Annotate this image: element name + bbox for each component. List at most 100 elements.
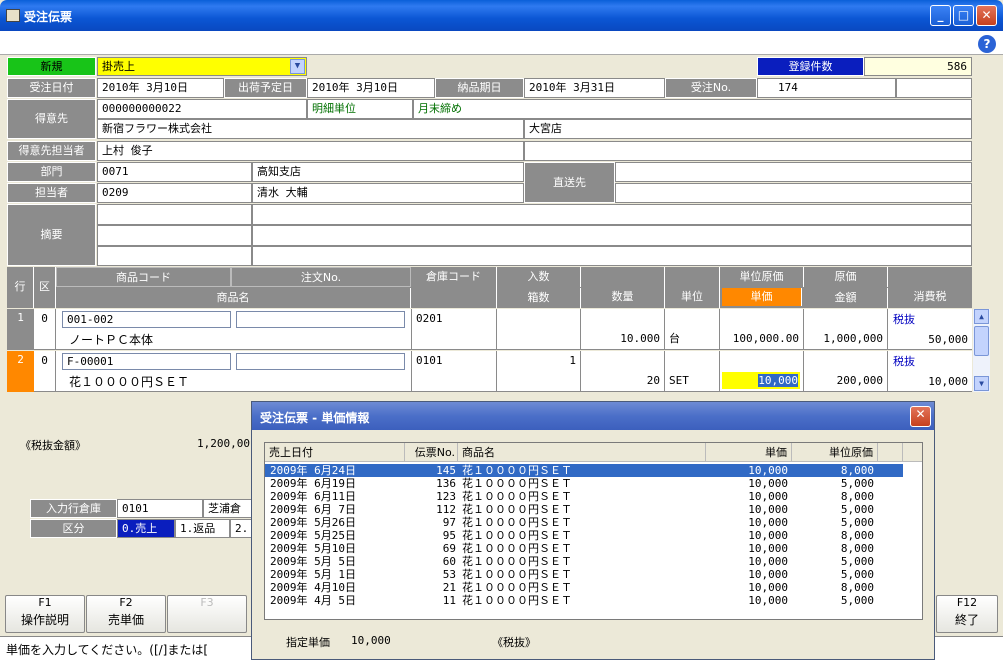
direct-delivery-field-2[interactable] — [615, 183, 972, 203]
sale-date: 2009年 6月11日 — [270, 490, 356, 503]
col-product-name[interactable]: 商品名 — [458, 443, 706, 462]
f3-button[interactable]: F3 — [167, 595, 247, 633]
contact-label: 得意先担当者 — [7, 141, 96, 161]
price-info-dialog: 受注伝票 - 単価情報 ✕ 売上日付 伝票No. 商品名 単価 単位原価 200… — [251, 401, 935, 660]
dialog-close-button[interactable]: ✕ — [910, 406, 931, 427]
list-item[interactable]: 2009年 5月25日 95 花１００００円ＳＥＴ 10,000 8,000 — [265, 529, 922, 542]
memo-text-3[interactable] — [252, 246, 972, 266]
price: 10,000 — [748, 464, 788, 477]
row-code[interactable]: 001-002 — [62, 311, 231, 328]
f1-button[interactable]: F1 操作説明 — [5, 595, 85, 633]
unit-cost: 8,000 — [840, 529, 874, 542]
contact-field[interactable]: 上村 俊子 — [97, 141, 524, 161]
spec-price-label: 指定単価 — [286, 636, 330, 649]
memo-code-1[interactable] — [97, 204, 252, 225]
customer-name-field[interactable]: 新宿フラワー株式会社 — [97, 119, 524, 139]
row-kbn[interactable]: 0 — [34, 351, 56, 392]
minimize-button[interactable]: _ — [930, 5, 951, 26]
customer-label: 得意先 — [7, 99, 96, 139]
row-price[interactable]: 100,000.00 — [720, 309, 804, 350]
scroll-up-icon[interactable]: ▲ — [974, 309, 989, 324]
kbn-option-2[interactable]: 2. — [230, 519, 253, 538]
list-item[interactable]: 2009年 6月24日 145 花１００００円ＳＥＴ 10,000 8,000 — [265, 464, 903, 477]
row-irisu[interactable]: 1 — [497, 351, 581, 392]
f12-button[interactable]: F12 終了 — [936, 595, 998, 633]
row-kbn[interactable]: 0 — [34, 309, 56, 350]
dept-code-field[interactable]: 0071 — [97, 162, 252, 182]
customer-code-field[interactable]: 000000000022 — [97, 99, 307, 119]
list-item[interactable]: 2009年 6月11日 123 花１００００円ＳＥＴ 10,000 8,000 — [265, 490, 922, 503]
unit-cost: 8,000 — [840, 464, 874, 477]
close-button[interactable]: ✕ — [976, 5, 997, 26]
deliver-date-field[interactable]: 2010年 3月31日 — [524, 78, 665, 98]
memo-code-2[interactable] — [97, 225, 252, 246]
order-no-label: 受注No. — [665, 78, 757, 98]
row-name[interactable]: 花１００００円ＳＥＴ — [65, 373, 405, 391]
col-price[interactable]: 単価 — [706, 443, 792, 462]
row-price-cell[interactable]: 10,000 — [720, 351, 804, 392]
chevron-down-icon[interactable]: ▼ — [290, 59, 305, 74]
customer-store-field[interactable]: 大宮店 — [524, 119, 972, 139]
row-price-input[interactable]: 10,000 — [722, 372, 800, 389]
row-wh[interactable]: 0101 — [411, 351, 497, 392]
input-wh-code[interactable]: 0101 — [117, 499, 203, 518]
scroll-down-icon[interactable]: ▼ — [974, 376, 989, 391]
memo-code-3[interactable] — [97, 246, 252, 266]
input-kbn-label: 区分 — [30, 519, 117, 538]
row-unit[interactable]: 台 — [665, 309, 720, 350]
list-item[interactable]: 2009年 5月10日 69 花１００００円ＳＥＴ 10,000 8,000 — [265, 542, 922, 555]
list-item[interactable]: 2009年 5月26日 97 花１００００円ＳＥＴ 10,000 5,000 — [265, 516, 922, 529]
list-item[interactable]: 2009年 4月 5日 11 花１００００円ＳＥＴ 10,000 5,000 — [265, 594, 922, 607]
sale-date: 2009年 5月 1日 — [270, 568, 356, 581]
row-unit[interactable]: SET — [665, 351, 720, 392]
staff-code-field[interactable]: 0209 — [97, 183, 252, 203]
row-irisu[interactable] — [497, 309, 581, 350]
row-order-no[interactable] — [236, 353, 405, 370]
f2-button[interactable]: F2 売単価 — [86, 595, 166, 633]
kbn-option-sale[interactable]: 0.売上 — [117, 519, 175, 538]
row-qty[interactable]: 10.000 — [581, 309, 665, 350]
list-item[interactable]: 2009年 6月 7日 112 花１００００円ＳＥＴ 10,000 5,000 — [265, 503, 922, 516]
row-order-no[interactable] — [236, 311, 405, 328]
row-taxtype[interactable]: 税抜 — [893, 353, 915, 369]
window-title: 受注伝票 — [24, 10, 73, 24]
col-cost: 原価 — [804, 267, 888, 287]
sale-date: 2009年 5月10日 — [270, 542, 356, 555]
col-sale-date[interactable]: 売上日付 — [265, 443, 405, 462]
help-icon[interactable]: ? — [978, 35, 996, 53]
order-date-field[interactable]: 2010年 3月10日 — [97, 78, 224, 98]
detail-unit-label: 明細単位 — [307, 99, 413, 119]
price: 10,000 — [748, 503, 788, 516]
status-text: 単価を入力してください。([/]または[ — [6, 643, 209, 657]
col-unit-cost[interactable]: 単位原価 — [792, 443, 878, 462]
memo-text-2[interactable] — [252, 225, 972, 246]
category-select[interactable]: 掛売上 ▼ — [97, 57, 307, 76]
order-no-extra — [896, 78, 972, 98]
row-name[interactable]: ノートＰＣ本体 — [65, 331, 405, 349]
direct-delivery-field-1[interactable] — [615, 162, 972, 182]
order-no-field[interactable]: 174 — [757, 78, 896, 98]
deliver-date-label: 納品期日 — [435, 78, 524, 98]
table-row[interactable]: 2 0 F-00001 花１００００円ＳＥＴ 0101 1 20 SET 10,… — [7, 351, 972, 392]
row-qty[interactable]: 20 — [581, 351, 665, 392]
scroll-thumb[interactable] — [974, 326, 989, 356]
memo-text-1[interactable] — [252, 204, 972, 225]
summary-label: 《税抜金額》 — [20, 439, 86, 452]
price-history-list[interactable]: 売上日付 伝票No. 商品名 単価 単位原価 2009年 6月24日 145 花１０… — [264, 442, 923, 620]
list-item[interactable]: 2009年 4月10日 21 花１００００円ＳＥＴ 10,000 8,000 — [265, 581, 922, 594]
row-taxtype[interactable]: 税抜 — [893, 311, 915, 327]
table-row[interactable]: 1 0 001-002 ノートＰＣ本体 0201 10.000 台 100,00… — [7, 309, 972, 350]
price: 10,000 — [748, 516, 788, 529]
direct-delivery-button[interactable]: 直送先 — [524, 162, 615, 203]
maximize-button[interactable]: □ — [953, 5, 974, 26]
list-item[interactable]: 2009年 5月 1日 53 花１００００円ＳＥＴ 10,000 5,000 — [265, 568, 922, 581]
row-wh[interactable]: 0201 — [411, 309, 497, 350]
ship-date-field[interactable]: 2010年 3月10日 — [307, 78, 435, 98]
grid-scrollbar[interactable]: ▲ ▼ — [973, 309, 990, 392]
col-slip-no[interactable]: 伝票No. — [405, 443, 458, 462]
row-code[interactable]: F-00001 — [62, 353, 231, 370]
list-item[interactable]: 2009年 5月 5日 60 花１００００円ＳＥＴ 10,000 5,000 — [265, 555, 922, 568]
list-item[interactable]: 2009年 6月19日 136 花１００００円ＳＥＴ 10,000 5,000 — [265, 477, 922, 490]
product-name: 花１００００円ＳＥＴ — [462, 581, 572, 594]
kbn-option-return[interactable]: 1.返品 — [175, 519, 230, 538]
